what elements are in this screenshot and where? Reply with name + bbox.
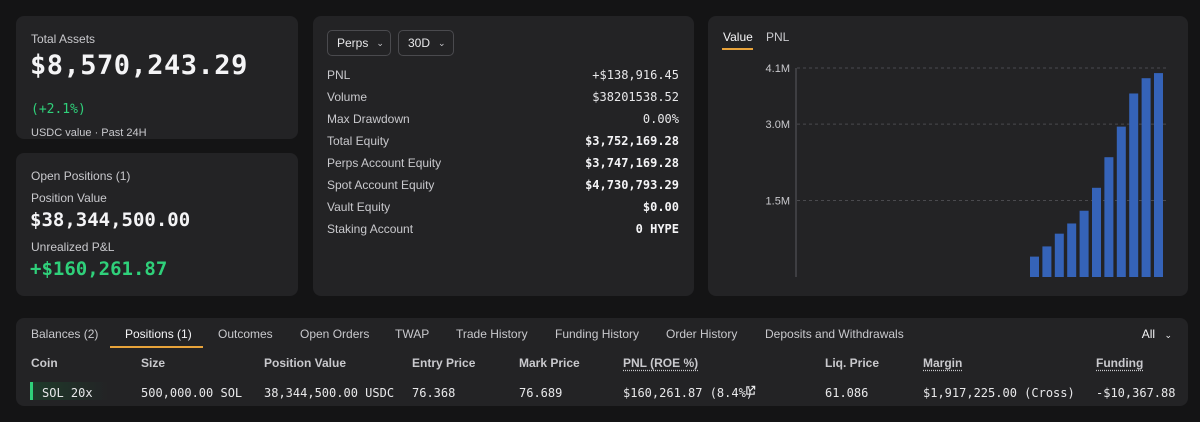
chevron-down-icon: ⌄ [438,37,446,48]
size-value: 500,000.00 SOL [141,386,243,400]
y-tick-label: 3.0M [766,119,790,131]
time-range-value: 30D [408,36,431,50]
value-bar [1116,126,1126,277]
stat-value: $0.00 [642,200,679,214]
stat-row: PNL +$138,916.45 [327,65,679,85]
total-assets-subtitle: USDC value · Past 24H [31,127,147,139]
stat-value: $38201538.52 [592,90,679,104]
header-mark-price: Mark Price [519,356,580,370]
stat-row: Perps Account Equity $3,747,169.28 [327,153,679,173]
header-liq-price: Liq. Price [825,356,880,370]
tab-trade-history[interactable]: Trade History [456,327,528,341]
value-bar [1079,210,1089,277]
total-assets-label: Total Assets [31,32,96,46]
unrealized-pnl-label: Unrealized P&L [31,240,115,254]
position-value-cell: 38,344,500.00 USDC [264,386,395,400]
total-assets-value: $8,570,243.29 [30,50,248,81]
stat-value: $4,730,793.29 [585,178,679,192]
total-assets-card: Total Assets $8,570,243.29 (+2.1%) USDC … [16,16,298,139]
stat-row: Vault Equity $0.00 [327,197,679,217]
filter-value: All [1141,327,1156,341]
chevron-down-icon: ⌄ [1164,330,1172,340]
open-positions-title: Open Positions (1) [31,169,131,183]
coin-value[interactable]: SOL 20x [42,386,93,400]
stat-row: Volume $38201538.52 [327,87,679,107]
mark-price-value: 76.689 [519,386,563,400]
tab-deposits-withdrawals[interactable]: Deposits and Withdrawals [765,327,904,341]
tab-balances[interactable]: Balances (2) [31,327,98,341]
value-bar-chart: 4.1M 3.0M 1.5M [766,63,1168,277]
share-link-icon[interactable] [745,385,756,396]
chevron-down-icon: ⌄ [376,37,384,48]
stat-value: +$138,916.45 [592,68,679,82]
funding-value: -$10,367.88 [1096,386,1176,400]
open-positions-card: Open Positions (1) Position Value $38,34… [16,153,298,296]
value-bar [1154,73,1163,277]
y-tick-label: 4.1M [766,63,790,75]
tab-open-orders[interactable]: Open Orders [300,327,369,341]
unrealized-pnl-value: +$160,261.87 [30,258,168,280]
stat-row: Max Drawdown 0.00% [327,109,679,129]
value-bar [1141,78,1151,277]
value-bar [1067,223,1077,277]
header-margin[interactable]: Margin [923,356,962,370]
time-range-dropdown[interactable]: 30D ⌄ [398,30,454,56]
tab-order-history[interactable]: Order History [666,327,737,341]
pnl-value: $160,261.87 (8.4%) [623,386,754,400]
stat-label: Spot Account Equity [327,178,435,192]
total-assets-change: (+2.1%) [31,102,86,117]
header-funding[interactable]: Funding [1096,356,1143,370]
value-bar [1092,187,1101,277]
header-entry-price: Entry Price [412,356,476,370]
market-type-value: Perps [337,36,369,50]
tab-positions[interactable]: Positions (1) [125,327,192,341]
tab-twap[interactable]: TWAP [395,327,429,341]
stat-label: Perps Account Equity [327,156,442,170]
stat-label: PNL [327,68,351,82]
stat-value: $3,747,169.28 [585,156,679,170]
stat-label: Staking Account [327,222,414,236]
stat-value: 0 HYPE [635,222,679,236]
value-bar [1054,233,1064,277]
filter-dropdown[interactable]: All ⌄ [1142,327,1172,341]
stat-label: Total Equity [327,134,390,148]
header-position-value: Position Value [264,356,347,370]
account-stats-card: Perps ⌄ 30D ⌄ PNL +$138,916.45 Volume $3820… [313,16,694,296]
margin-value: $1,917,225.00 (Cross) [923,386,1075,400]
header-pnl[interactable]: PNL (ROE %) [623,356,698,370]
header-size: Size [141,356,166,370]
tab-funding-history[interactable]: Funding History [555,327,639,341]
stat-label: Max Drawdown [327,112,410,126]
stat-value: 0.00% [642,112,679,126]
value-bar [1129,93,1139,277]
value-bar [1104,157,1114,277]
stat-label: Vault Equity [327,200,391,214]
tab-outcomes[interactable]: Outcomes [218,327,273,341]
position-value: $38,344,500.00 [30,209,191,231]
value-bar [1030,256,1039,277]
portfolio-chart-card: Value PNL 4.1M 3.0M 1.5M [708,16,1188,296]
entry-price-value: 76.368 [412,386,456,400]
market-type-dropdown[interactable]: Perps ⌄ [327,30,391,56]
liq-price-value: 61.086 [825,386,869,400]
stat-label: Volume [327,90,368,104]
value-bar [1042,246,1052,277]
header-coin: Coin [31,356,58,370]
stat-row: Spot Account Equity $4,730,793.29 [327,175,679,195]
stat-row: Staking Account 0 HYPE [327,219,679,239]
active-tab-indicator [110,346,203,348]
positions-table-card: Balances (2) Positions (1) Outcomes Open… [16,318,1188,406]
y-tick-label: 1.5M [766,196,790,208]
position-value-label: Position Value [31,191,107,205]
stat-row: Total Equity $3,752,169.28 [327,131,679,151]
stat-value: $3,752,169.28 [585,134,679,148]
